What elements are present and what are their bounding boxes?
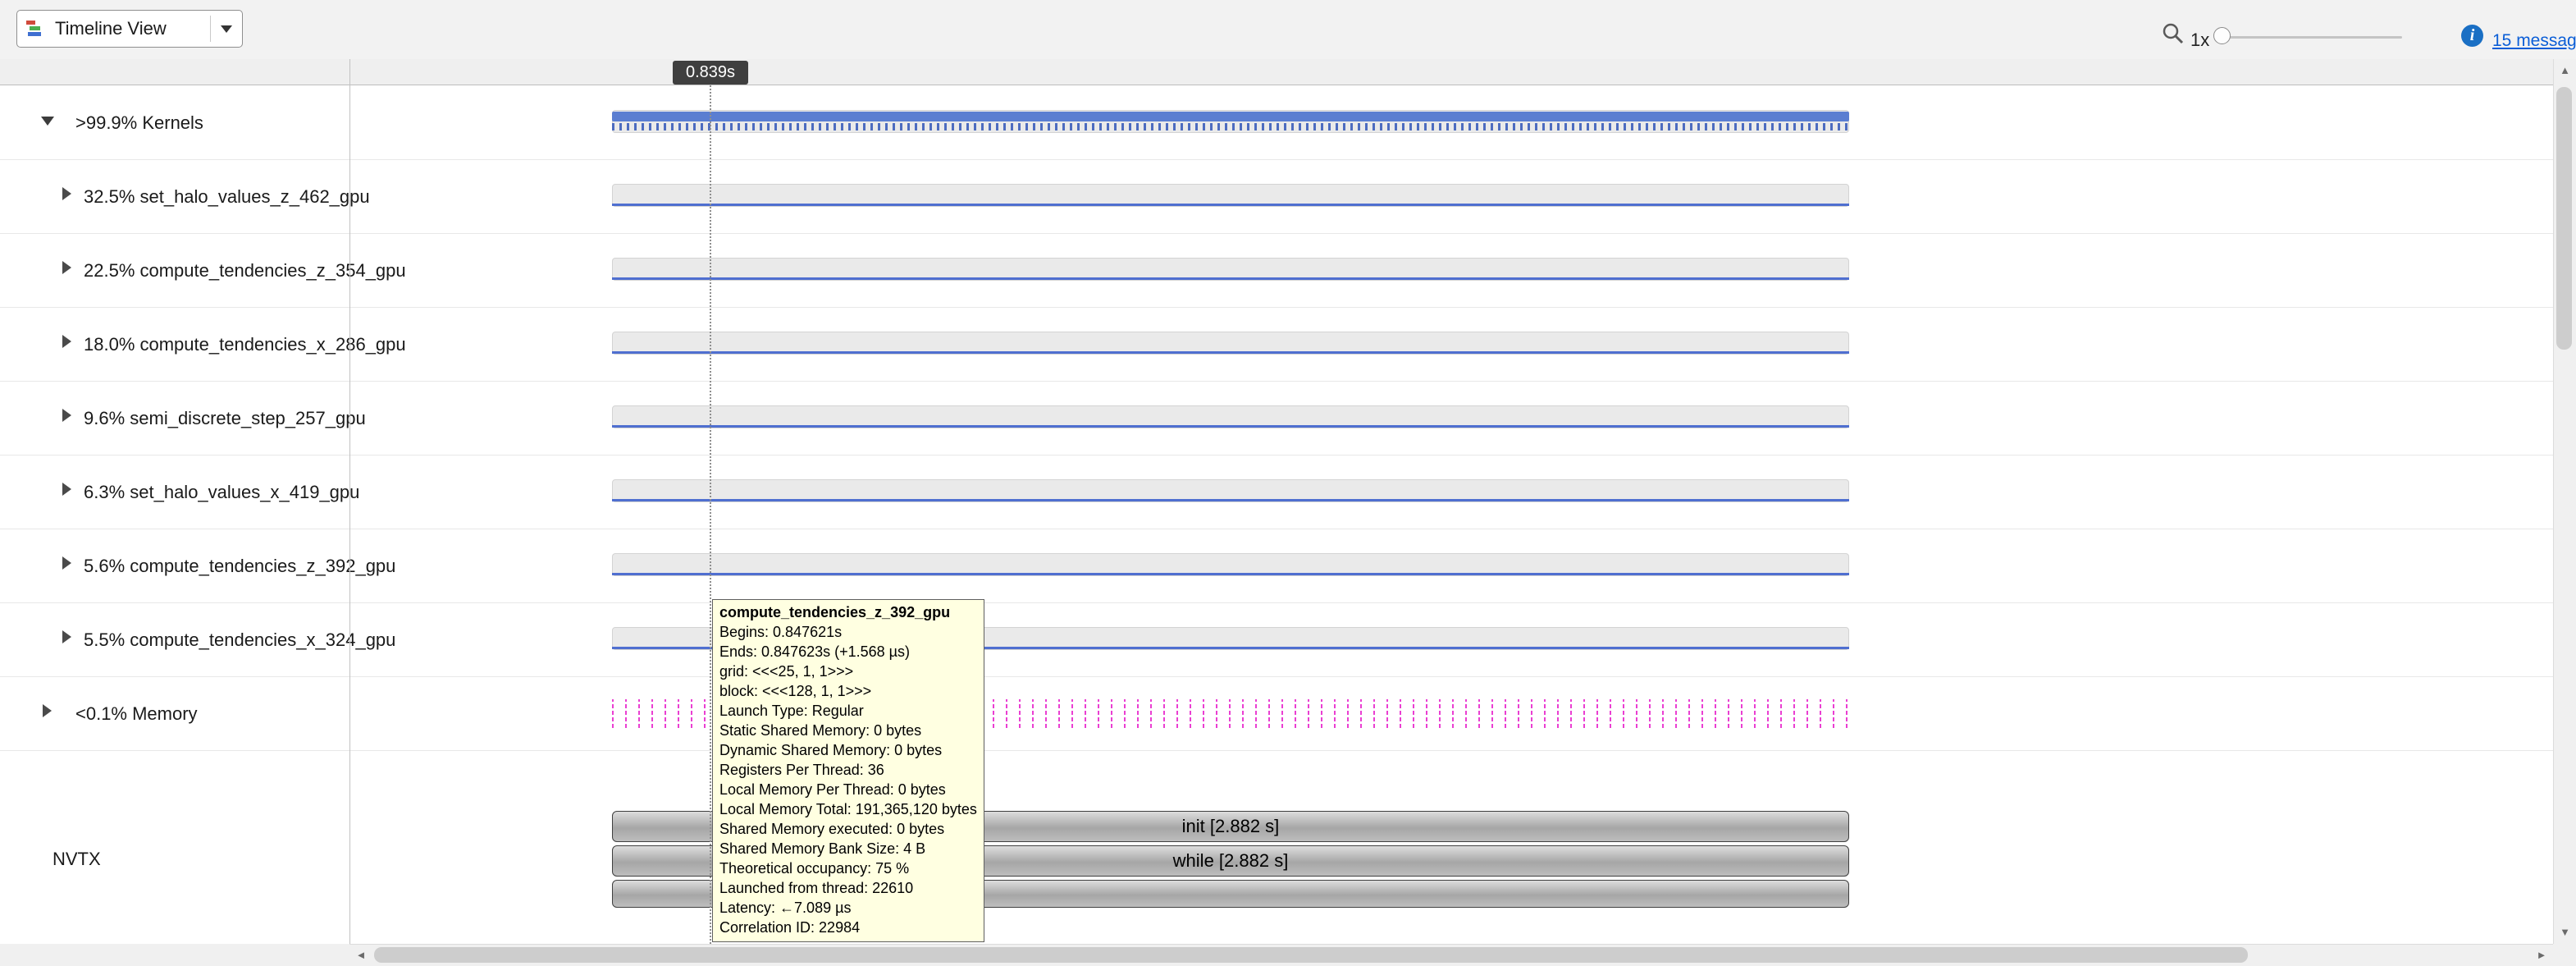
- vertical-scrollbar-thumb[interactable]: [2556, 87, 2572, 350]
- kernel-activity-line: [612, 204, 1849, 206]
- nvtx-bar-label: init [2.882 s]: [1182, 816, 1280, 837]
- tooltip-line: Registers Per Thread: 36: [719, 760, 977, 780]
- chevron-collapsed-icon[interactable]: [62, 409, 71, 422]
- chevron-collapsed-icon[interactable]: [62, 630, 71, 643]
- kernel-activity-line: [612, 351, 1849, 354]
- row-separator: [0, 676, 2553, 677]
- scroll-left-arrow[interactable]: ◄: [349, 944, 372, 966]
- magnifier-icon: [2161, 21, 2185, 46]
- info-icon[interactable]: i: [2461, 25, 2483, 47]
- tooltip-line: grid: <<<25, 1, 1>>>: [719, 662, 977, 681]
- tooltip-line: Static Shared Memory: 0 bytes: [719, 721, 977, 740]
- tooltip-line: Local Memory Per Thread: 0 bytes: [719, 780, 977, 799]
- chevron-collapsed-icon[interactable]: [43, 704, 52, 717]
- scroll-up-arrow[interactable]: ▲: [2554, 59, 2576, 82]
- tooltip-line: Correlation ID: 22984: [719, 918, 977, 937]
- row-separator: [0, 307, 2553, 308]
- tooltip-line: Dynamic Shared Memory: 0 bytes: [719, 740, 977, 760]
- sidebar-row-label: 6.3% set_halo_values_x_419_gpu: [84, 482, 359, 503]
- sidebar-row-compute-tendencies-z-392[interactable]: 5.6% compute_tendencies_z_392_gpu: [0, 529, 349, 602]
- tooltip-line: Launched from thread: 22610: [719, 878, 977, 898]
- row-separator: [0, 750, 2553, 751]
- sidebar-row-label: 22.5% compute_tendencies_z_354_gpu: [84, 260, 406, 282]
- sidebar-row-compute-tendencies-z-354[interactable]: 22.5% compute_tendencies_z_354_gpu: [0, 233, 349, 307]
- sidebar-row-set-halo-values-x[interactable]: 6.3% set_halo_values_x_419_gpu: [0, 455, 349, 529]
- scroll-right-arrow[interactable]: ►: [2530, 944, 2553, 966]
- chevron-collapsed-icon[interactable]: [62, 556, 71, 570]
- sidebar-row-memory[interactable]: <0.1% Memory: [0, 676, 349, 750]
- view-selector-label: Timeline View: [55, 18, 210, 39]
- nsight-timeline-window: Timeline View 1x i 15 messages 0s 0.5s 1…: [0, 0, 2576, 966]
- sidebar-row-set-halo-values-z[interactable]: 32.5% set_halo_values_z_462_gpu: [0, 159, 349, 233]
- chevron-collapsed-icon[interactable]: [62, 335, 71, 348]
- kernels-activity-ticks: [612, 123, 1849, 130]
- sidebar-row-label: 32.5% set_halo_values_z_462_gpu: [84, 186, 370, 208]
- chevron-collapsed-icon[interactable]: [62, 187, 71, 200]
- row-separator: [0, 455, 2553, 456]
- time-cursor-badge[interactable]: 0.839s: [673, 61, 748, 85]
- toolbar: Timeline View 1x i 15 messages: [0, 0, 2576, 59]
- sidebar-row-kernels[interactable]: >99.9% Kernels: [0, 85, 349, 159]
- kernels-activity-bar[interactable]: [612, 112, 1849, 121]
- time-ruler[interactable]: 0s 0.5s 1s 1.5s 2s 2.5s 3s 3.5s 4s 4.5s …: [0, 59, 2576, 85]
- messages-link[interactable]: 15 messages: [2492, 31, 2576, 51]
- tooltip-line: block: <<<128, 1, 1>>>: [719, 681, 977, 701]
- kernel-activity-line: [612, 499, 1849, 501]
- row-separator: [0, 159, 2553, 160]
- row-separator: [0, 233, 2553, 234]
- time-cursor-line: [710, 85, 711, 944]
- tooltip-line: Shared Memory executed: 0 bytes: [719, 819, 977, 839]
- sidebar-row-semi-discrete-step[interactable]: 9.6% semi_discrete_step_257_gpu: [0, 381, 349, 455]
- zoom-slider-thumb[interactable]: [2213, 27, 2231, 44]
- panel-divider[interactable]: [349, 59, 350, 944]
- horizontal-scrollbar-thumb[interactable]: [374, 947, 2248, 963]
- chevron-collapsed-icon[interactable]: [62, 483, 71, 496]
- kernel-activity-line: [612, 425, 1849, 428]
- tooltip-title: compute_tendencies_z_392_gpu: [719, 602, 977, 622]
- sidebar-row-label: >99.9% Kernels: [75, 112, 203, 134]
- sidebar-row-nvtx-label: NVTX: [53, 849, 101, 870]
- chevron-expanded-icon[interactable]: [41, 117, 54, 126]
- tooltip-line: Launch Type: Regular: [719, 701, 977, 721]
- chevron-collapsed-icon[interactable]: [62, 261, 71, 274]
- chevron-down-icon[interactable]: [211, 25, 242, 33]
- scroll-down-arrow[interactable]: ▼: [2554, 921, 2576, 944]
- view-selector-dropdown[interactable]: Timeline View: [16, 10, 243, 48]
- tooltip-line: Begins: 0.847621s: [719, 622, 977, 642]
- sidebar-row-compute-tendencies-x-324[interactable]: 5.5% compute_tendencies_x_324_gpu: [0, 602, 349, 676]
- tooltip-line: Shared Memory Bank Size: 4 B: [719, 839, 977, 858]
- sidebar-row-label: 9.6% semi_discrete_step_257_gpu: [84, 408, 366, 429]
- sidebar-row-compute-tendencies-x-286[interactable]: 18.0% compute_tendencies_x_286_gpu: [0, 307, 349, 381]
- zoom-slider-track[interactable]: [2220, 36, 2402, 39]
- row-separator: [0, 381, 2553, 382]
- tooltip-line: Local Memory Total: 191,365,120 bytes: [719, 799, 977, 819]
- nvtx-bar-label: while [2.882 s]: [1173, 850, 1289, 872]
- tooltip-line: Theoretical occupancy: 75 %: [719, 858, 977, 878]
- kernel-activity-line: [612, 573, 1849, 575]
- kernel-tooltip: compute_tendencies_z_392_gpu Begins: 0.8…: [712, 599, 984, 942]
- zoom-level-label: 1x: [2190, 30, 2209, 51]
- row-separator: [0, 602, 2553, 603]
- tooltip-line: Latency: ←7.089 µs: [719, 898, 977, 918]
- sidebar-row-label: <0.1% Memory: [75, 703, 198, 725]
- tooltip-line: Ends: 0.847623s (+1.568 µs): [719, 642, 977, 662]
- timeline-view-icon: [25, 18, 47, 39]
- kernel-activity-line: [612, 277, 1849, 280]
- sidebar-row-label: 18.0% compute_tendencies_x_286_gpu: [84, 334, 406, 355]
